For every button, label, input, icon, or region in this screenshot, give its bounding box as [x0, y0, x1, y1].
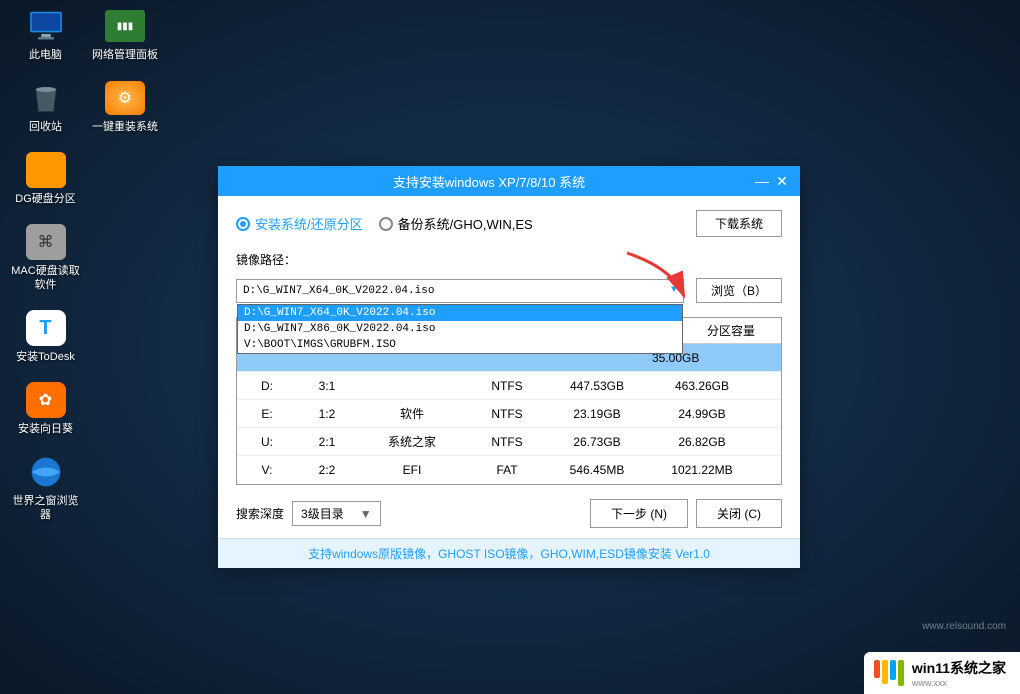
- title-bar: 支持安装windows XP/7/8/10 系统 — ✕: [218, 166, 800, 196]
- monitor-icon: [24, 8, 68, 44]
- desktop-icon-dg-partition[interactable]: DG硬盘分区: [8, 152, 83, 206]
- todesk-icon: T: [24, 310, 68, 346]
- cell-drive: U:: [237, 435, 297, 449]
- radio-install-restore[interactable]: 安装系统/还原分区: [236, 214, 363, 233]
- cell-free: 546.45MB: [547, 463, 647, 477]
- cell-number: 2:2: [297, 463, 357, 477]
- minimize-button[interactable]: —: [752, 171, 772, 191]
- network-icon: ▮▮▮: [103, 8, 147, 44]
- table-row[interactable]: U: 2:1 系统之家 NTFS 26.73GB 26.82GB: [237, 428, 781, 456]
- image-path-combobox[interactable]: D:\G_WIN7_X64_0K_V2022.04.iso ▼ D:\G_WIN…: [236, 279, 684, 303]
- watermark-badge: win11系统之家 www.xxx: [864, 652, 1020, 694]
- radio-icon: [236, 217, 250, 231]
- radio-label: 安装系统/还原分区: [255, 214, 363, 233]
- cell-number: 2:1: [297, 435, 357, 449]
- cell-number: 3:1: [297, 379, 357, 393]
- cell-capacity: 26.82GB: [647, 435, 757, 449]
- combo-value: D:\G_WIN7_X64_0K_V2022.04.iso: [243, 285, 434, 297]
- cell-capacity: 463.26GB: [647, 379, 757, 393]
- globe-icon: [24, 454, 68, 490]
- desktop-icon-recycle-bin[interactable]: 回收站: [8, 80, 83, 134]
- watermark-text: win11系统之家: [912, 658, 1006, 678]
- radio-backup[interactable]: 备份系统/GHO,WIN,ES: [379, 214, 533, 233]
- cell-free: 23.19GB: [547, 407, 647, 421]
- image-path-dropdown: D:\G_WIN7_X64_0K_V2022.04.iso D:\G_WIN7_…: [237, 304, 683, 354]
- cell-fs: NTFS: [467, 407, 547, 421]
- cell-fs: NTFS: [467, 435, 547, 449]
- window-title: 支持安装windows XP/7/8/10 系统: [226, 172, 752, 191]
- cell-free: 26.73GB: [547, 435, 647, 449]
- icon-label: 网络管理面板: [87, 48, 162, 62]
- watermark-url: www.relsound.com: [922, 621, 1006, 632]
- table-row[interactable]: V: 2:2 EFI FAT 546.45MB 1021.22MB: [237, 456, 781, 484]
- desktop-icon-sunflower[interactable]: ✿ 安装向日葵: [8, 382, 83, 436]
- icon-label: DG硬盘分区: [8, 192, 83, 206]
- dropdown-item[interactable]: V:\BOOT\IMGS\GRUBFM.ISO: [238, 337, 682, 353]
- desktop-icon-browser[interactable]: 世界之窗浏览器: [8, 454, 83, 522]
- icon-label: 回收站: [8, 120, 83, 134]
- window-body: 安装系统/还原分区 备份系统/GHO,WIN,ES 下载系统 镜像路径： D:\…: [218, 196, 800, 538]
- search-depth-select[interactable]: 3级目录 ▼: [292, 501, 381, 526]
- cell-free: 447.53GB: [547, 379, 647, 393]
- select-value: 3级目录: [301, 505, 344, 522]
- cell-fs: FAT: [467, 463, 547, 477]
- cell-label: 系统之家: [357, 433, 467, 450]
- gear-icon: ⚙: [103, 80, 147, 116]
- dropdown-item[interactable]: D:\G_WIN7_X64_0K_V2022.04.iso: [238, 305, 682, 321]
- bottom-controls: 搜索深度 3级目录 ▼ 下一步 (N) 关闭 (C): [236, 499, 782, 528]
- icon-label: 一键重装系统: [87, 120, 162, 134]
- cell-fs: NTFS: [467, 379, 547, 393]
- footer-note: 支持windows原版镜像，GHOST ISO镜像，GHO,WIM,ESD镜像安…: [218, 538, 800, 568]
- radio-label: 备份系统/GHO,WIN,ES: [398, 214, 533, 233]
- icon-label: 安装向日葵: [8, 422, 83, 436]
- table-row[interactable]: E: 1:2 软件 NTFS 23.19GB 24.99GB: [237, 400, 781, 428]
- cell-drive: V:: [237, 463, 297, 477]
- cell-label: EFI: [357, 463, 467, 477]
- download-system-button[interactable]: 下载系统: [696, 210, 782, 237]
- desktop-icon-reinstall[interactable]: ⚙ 一键重装系统: [87, 80, 162, 134]
- image-path-label: 镜像路径：: [236, 251, 782, 268]
- close-window-button[interactable]: 关闭 (C): [696, 499, 782, 528]
- icon-label: 世界之窗浏览器: [8, 494, 83, 522]
- dropdown-item[interactable]: D:\G_WIN7_X86_0K_V2022.04.iso: [238, 321, 682, 337]
- radio-icon: [379, 217, 393, 231]
- desktop-icon-this-pc[interactable]: 此电脑: [8, 8, 83, 62]
- cell-capacity: 24.99GB: [647, 407, 757, 421]
- watermark-sub: www.xxx: [912, 678, 1006, 688]
- chevron-down-icon: ▼: [671, 285, 677, 296]
- chevron-down-icon: ▼: [360, 507, 372, 521]
- windows-logo-icon: [874, 660, 904, 686]
- desktop-icon-mac-disk[interactable]: ⌘ MAC硬盘读取软件: [8, 224, 83, 292]
- cell-number: 1:2: [297, 407, 357, 421]
- cell-capacity: 1021.22MB: [647, 463, 757, 477]
- browse-button[interactable]: 浏览（B）: [696, 278, 782, 303]
- search-depth-label: 搜索深度: [236, 505, 284, 522]
- cell-drive: D:: [237, 379, 297, 393]
- mac-disk-icon: ⌘: [24, 224, 68, 260]
- icon-label: 此电脑: [8, 48, 83, 62]
- close-button[interactable]: ✕: [772, 171, 792, 191]
- desktop-icon-todesk[interactable]: T 安装ToDesk: [8, 310, 83, 364]
- icon-label: MAC硬盘读取软件: [8, 264, 83, 292]
- desktop-icon-network-panel[interactable]: ▮▮▮ 网络管理面板: [87, 8, 162, 62]
- cell-label: 软件: [357, 405, 467, 422]
- mode-radio-group: 安装系统/还原分区 备份系统/GHO,WIN,ES 下载系统: [236, 210, 782, 237]
- desktop-icons-area: 此电脑 回收站 DG硬盘分区 ⌘ MAC硬盘读取软件 T 安装ToDesk ✿ …: [8, 8, 168, 540]
- cell-drive: E:: [237, 407, 297, 421]
- sunflower-icon: ✿: [24, 382, 68, 418]
- trash-icon: [24, 80, 68, 116]
- next-button[interactable]: 下一步 (N): [590, 499, 688, 528]
- installer-window: 支持安装windows XP/7/8/10 系统 — ✕ 安装系统/还原分区 备…: [218, 166, 800, 568]
- icon-label: 安装ToDesk: [8, 350, 83, 364]
- dg-icon: [24, 152, 68, 188]
- col-capacity: 分区容量: [687, 322, 775, 339]
- table-row[interactable]: D: 3:1 NTFS 447.53GB 463.26GB: [237, 372, 781, 400]
